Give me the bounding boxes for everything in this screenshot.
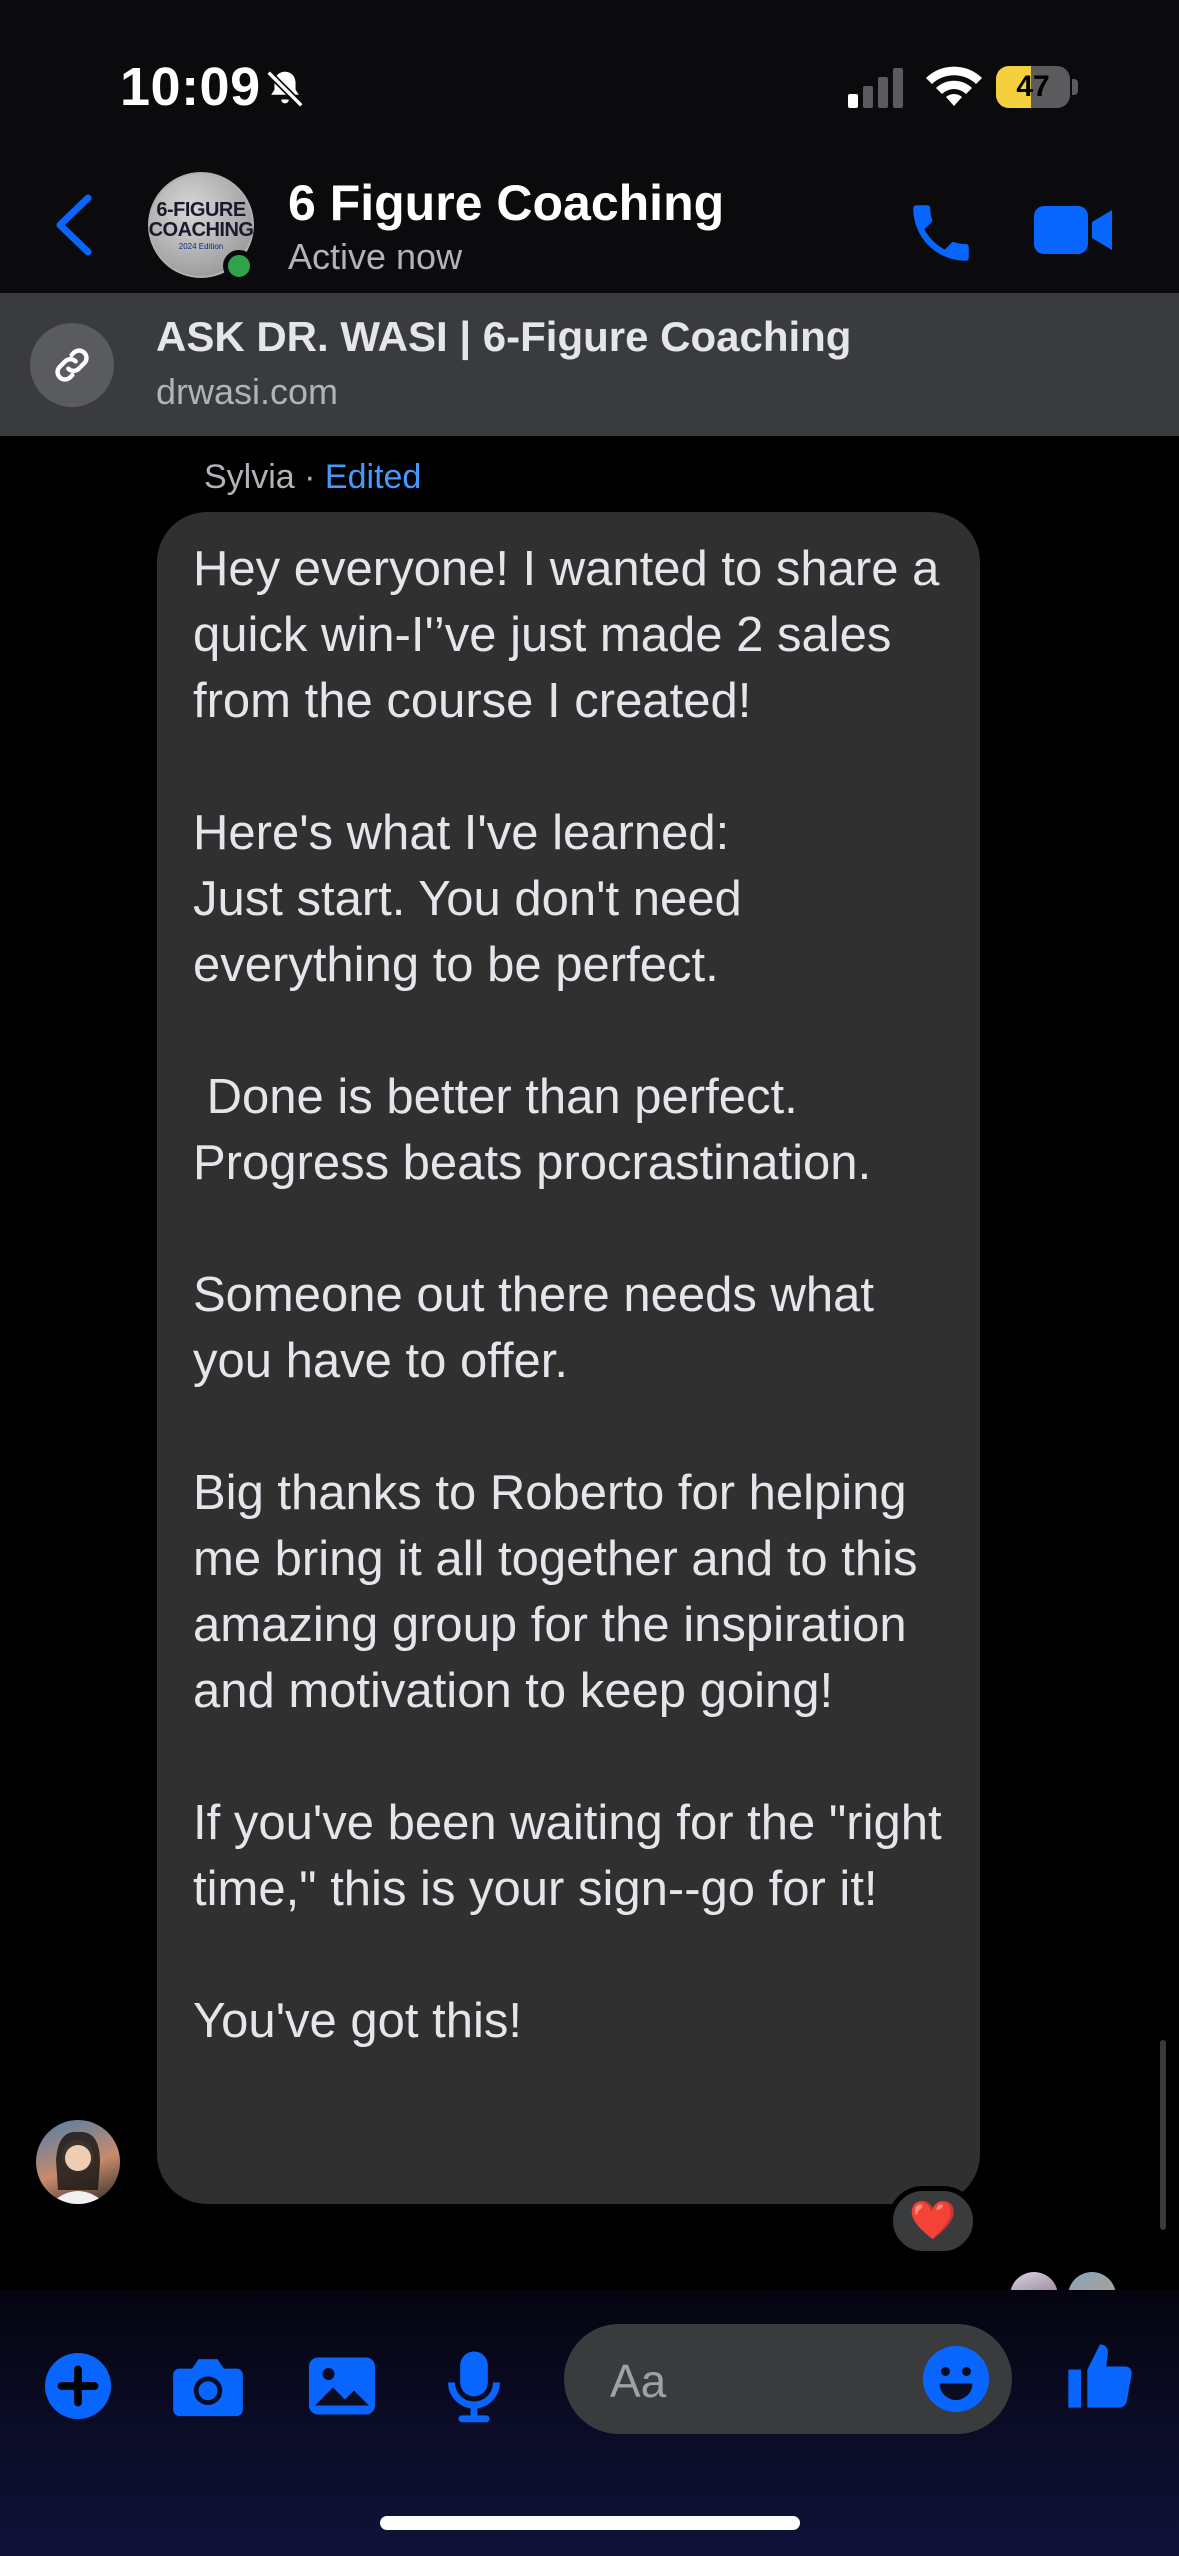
online-indicator (223, 250, 255, 282)
battery-icon: 47 (996, 66, 1078, 108)
edited-label[interactable]: Edited (325, 458, 421, 496)
cellular-signal-icon (848, 68, 903, 108)
group-avatar[interactable]: 6-FIGURE COACHING 2024 Edition (148, 172, 258, 282)
home-indicator[interactable] (380, 2516, 800, 2530)
pinned-link-title: ASK DR. WASI | 6-Figure Coaching (156, 313, 852, 360)
status-bar: 10:09 47 (0, 0, 1179, 160)
phone-call-icon[interactable] (904, 196, 978, 270)
gallery-icon[interactable] (302, 2346, 382, 2426)
heart-reaction[interactable]: ❤️ (888, 2186, 978, 2256)
wifi-icon (926, 66, 982, 106)
thumbs-up-icon[interactable] (1060, 2336, 1140, 2416)
bell-slash-icon (266, 70, 304, 108)
avatar-text-2: COACHING (148, 218, 254, 241)
status-time: 10:09 (120, 57, 261, 117)
avatar-text-1: 6-FIGURE (156, 198, 246, 221)
sender-avatar[interactable] (36, 2120, 120, 2204)
message-input-placeholder: Aa (610, 2355, 667, 2407)
avatar-text-3: 2024 Edition (178, 241, 224, 251)
reaction-emoji: ❤️ (909, 2200, 957, 2242)
plus-icon[interactable] (38, 2346, 118, 2426)
message-text: Hey everyone! I wanted to share a quick … (193, 542, 942, 2048)
chat-header: 6-FIGURE COACHING 2024 Edition 6 Figure … (0, 160, 1179, 293)
camera-icon[interactable] (168, 2346, 248, 2426)
pinned-link-url: drwasi.com (156, 371, 339, 412)
link-icon (30, 323, 114, 407)
video-call-icon[interactable] (1032, 200, 1114, 260)
chat-status: Active now (288, 236, 463, 277)
chat-title[interactable]: 6 Figure Coaching (288, 174, 724, 232)
message-sender-line: Sylvia · Edited (204, 458, 421, 497)
separator: · (294, 458, 325, 496)
pinned-link-banner[interactable]: ASK DR. WASI | 6-Figure Coaching drwasi.… (0, 293, 1179, 436)
back-chevron-icon[interactable] (44, 190, 104, 260)
sender-name: Sylvia (204, 458, 295, 496)
emoji-icon[interactable] (920, 2343, 992, 2415)
scrollbar[interactable] (1160, 2040, 1166, 2230)
message-bubble[interactable]: Hey everyone! I wanted to share a quick … (157, 512, 980, 2204)
battery-level: 47 (1016, 70, 1050, 103)
microphone-icon[interactable] (434, 2346, 514, 2426)
